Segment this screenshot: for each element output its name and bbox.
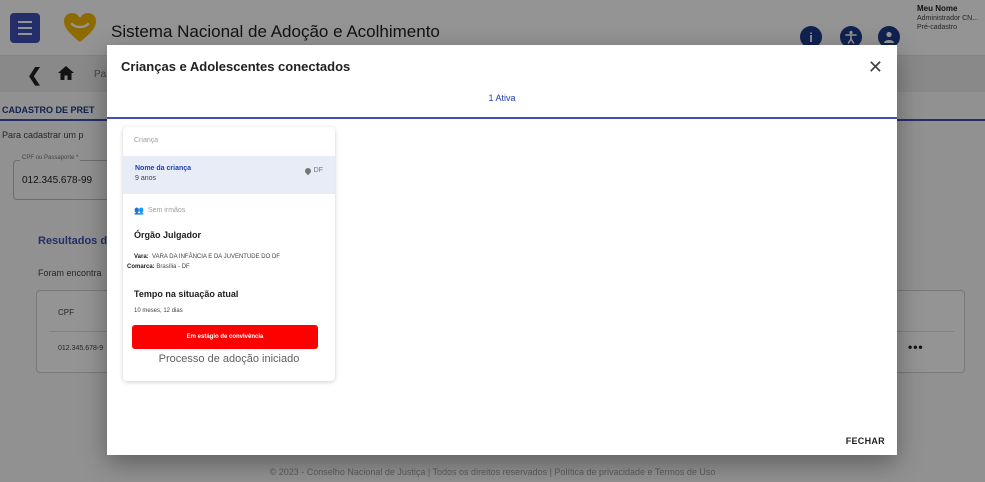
- app-root: Sistema Nacional de Adoção e Acolhimento…: [0, 0, 985, 482]
- dialog-tab-indicator: [107, 117, 897, 119]
- status-badge[interactable]: Em estágio de convivência: [132, 325, 318, 349]
- vara-value: VARA DA INFÂNCIA E DA JUVENTUDE DO DF: [152, 254, 280, 260]
- child-age: 9 anos: [135, 175, 157, 182]
- location-pin-icon: [303, 166, 312, 175]
- people-icon: 👥: [134, 206, 144, 215]
- child-name[interactable]: Nome da criança: [135, 165, 191, 172]
- comarca-label: Comarca:: [127, 264, 155, 270]
- child-card: Criança Nome da criança 9 anos DF 👥 Sem …: [123, 127, 335, 381]
- court-heading: Órgão Julgador: [134, 230, 202, 240]
- close-icon[interactable]: ✕: [868, 57, 883, 78]
- tab-active[interactable]: 1 Ativa: [107, 93, 897, 103]
- comarca-value: Brasília - DF: [156, 264, 190, 270]
- court-comarca: Comarca: Brasília - DF: [127, 264, 190, 270]
- siblings-text: Sem irmãos: [147, 207, 186, 214]
- child-location: DF: [303, 166, 323, 175]
- court-vara: Vara: VARA DA INFÂNCIA E DA JUVENTUDE DO…: [134, 254, 280, 260]
- close-dialog-button[interactable]: FECHAR: [846, 436, 885, 446]
- time-heading: Tempo na situação atual: [134, 289, 239, 299]
- siblings-info: 👥 Sem irmãos: [134, 206, 185, 215]
- card-header: Criança: [134, 137, 159, 144]
- time-value: 10 meses, 12 dias: [134, 308, 183, 314]
- connected-children-dialog: Crianças e Adolescentes conectados ✕ 1 A…: [107, 45, 897, 455]
- vara-label: Vara:: [134, 254, 149, 260]
- process-status-text: Processo de adoção iniciado: [158, 353, 300, 365]
- child-summary[interactable]: Nome da criança 9 anos DF: [123, 156, 335, 194]
- dialog-title: Crianças e Adolescentes conectados: [121, 59, 351, 74]
- child-location-text: DF: [313, 167, 323, 174]
